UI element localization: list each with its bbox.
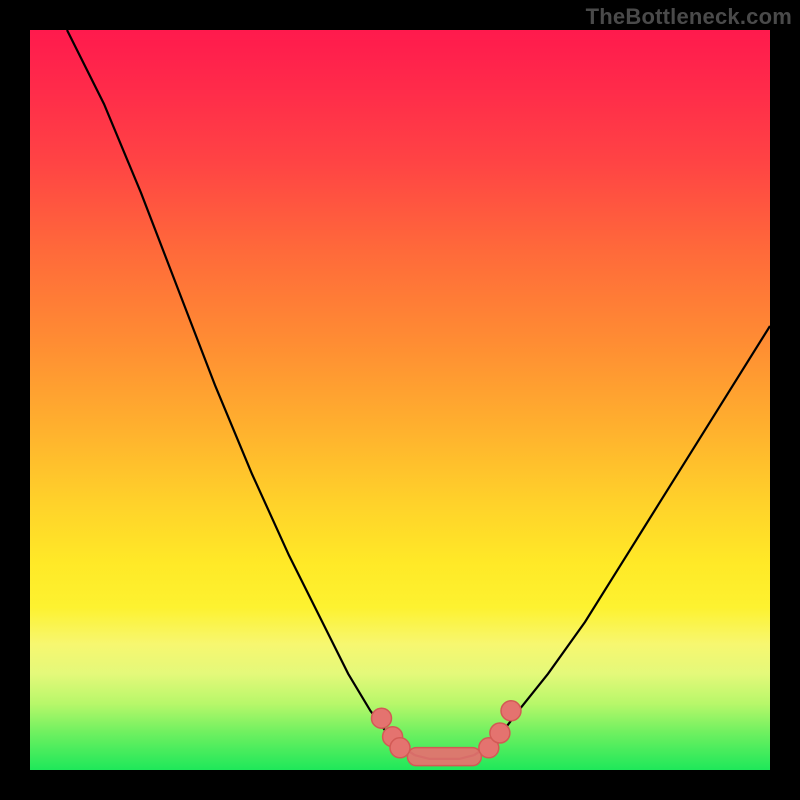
bead-marker bbox=[390, 738, 410, 758]
bead-marker bbox=[501, 701, 521, 721]
bead-marker bbox=[372, 708, 392, 728]
curve-left-branch bbox=[67, 30, 415, 755]
trough-capsule bbox=[407, 748, 481, 766]
curve-right-branch bbox=[474, 326, 770, 755]
bead-marker bbox=[490, 723, 510, 743]
chart-plot-area bbox=[30, 30, 770, 770]
chart-frame: TheBottleneck.com bbox=[0, 0, 800, 800]
chart-svg bbox=[30, 30, 770, 770]
watermark-text: TheBottleneck.com bbox=[586, 4, 792, 30]
